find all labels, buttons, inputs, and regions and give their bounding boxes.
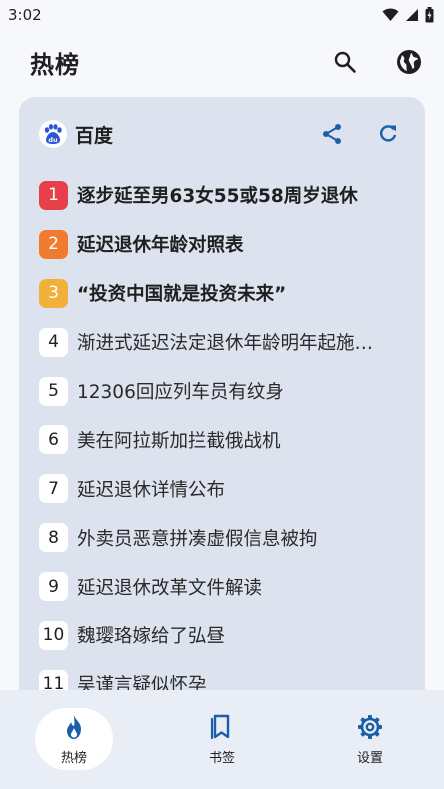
- item-title: 美在阿拉斯加拦截俄战机: [77, 430, 281, 452]
- item-title: 魏璎珞嫁给了弘昼: [77, 626, 226, 648]
- signal-icon: [406, 9, 418, 21]
- rank-list: 1 逐步延至男63女55或58周岁退休 2 延迟退休年龄对照表 3 “投资中国就…: [19, 171, 425, 709]
- item-title: 延迟退休改革文件解读: [77, 577, 263, 599]
- nav-label: 书签: [208, 750, 235, 766]
- source-name: 百度: [75, 124, 114, 147]
- status-time: 3:02: [8, 6, 42, 24]
- svg-text:du: du: [48, 136, 58, 144]
- item-title: 延迟退休年龄对照表: [77, 235, 244, 257]
- status-bar: 3:02: [0, 0, 444, 30]
- nav-pill: 设置: [331, 708, 409, 770]
- search-icon: [334, 51, 356, 73]
- wifi-icon: [382, 8, 399, 21]
- card-actions: [315, 117, 405, 151]
- gear-icon: [358, 714, 382, 739]
- rank-badge: 8: [39, 523, 68, 553]
- item-title: 延迟退休详情公布: [77, 479, 226, 501]
- share-button[interactable]: [315, 117, 349, 151]
- list-item[interactable]: 3 “投资中国就是投资未来”: [19, 269, 425, 318]
- item-title: 逐步延至男63女55或58周岁退休: [77, 186, 358, 208]
- rank-badge: 10: [39, 620, 68, 650]
- globe-icon: [397, 50, 421, 74]
- search-button[interactable]: [328, 45, 362, 79]
- item-title: 12306回应列车员有纹身: [77, 382, 284, 403]
- refresh-icon: [380, 125, 397, 142]
- page-title: 热榜: [30, 50, 80, 79]
- nav-label: 热榜: [60, 750, 87, 766]
- baidu-logo-icon: du: [39, 120, 67, 148]
- share-icon: [323, 124, 341, 144]
- language-button[interactable]: [392, 45, 426, 79]
- nav-pill: 书签: [183, 708, 261, 770]
- list-item[interactable]: 7 延迟退休详情公布: [19, 464, 425, 513]
- list-item[interactable]: 5 12306回应列车员有纹身: [19, 367, 425, 416]
- app-actions: [328, 45, 426, 79]
- rank-badge: 9: [39, 572, 68, 602]
- rank-badge: 1: [39, 180, 68, 210]
- nav-item-bookmarks[interactable]: 书签: [148, 690, 296, 789]
- nav-active-indicator: 热榜: [35, 708, 113, 770]
- list-item[interactable]: 4 渐进式延迟法定退休年龄明年起施…: [19, 318, 425, 367]
- list-item[interactable]: 2 延迟退休年龄对照表: [19, 220, 425, 269]
- rank-badge: 5: [39, 376, 68, 406]
- flame-icon: [67, 714, 81, 739]
- list-item[interactable]: 10 魏璎珞嫁给了弘昼: [19, 611, 425, 660]
- nav-item-hot[interactable]: 热榜: [0, 690, 148, 789]
- bookmark-icon: [210, 714, 230, 739]
- rank-badge: 4: [39, 327, 68, 357]
- rank-badge: 7: [39, 474, 68, 504]
- nav-label: 设置: [356, 750, 383, 766]
- app-bar: 热榜: [0, 30, 444, 94]
- bottom-nav: 热榜 书签 设置: [0, 690, 444, 789]
- rank-badge: 3: [39, 278, 68, 308]
- list-item[interactable]: 9 延迟退休改革文件解读: [19, 562, 425, 611]
- item-title: 渐进式延迟法定退休年龄明年起施…: [77, 333, 374, 355]
- list-item[interactable]: 1 逐步延至男63女55或58周岁退休: [19, 171, 425, 220]
- card-header: du 百度: [19, 97, 425, 171]
- list-item[interactable]: 6 美在阿拉斯加拦截俄战机: [19, 415, 425, 464]
- rank-badge: 6: [39, 425, 68, 455]
- hot-list-card: du 百度 1 逐步延至男63女55或58周岁退休 2 延迟退休年龄对照表 3 …: [19, 97, 425, 717]
- item-title: 外卖员恶意拼凑虚假信息被拘: [77, 528, 318, 550]
- item-title: “投资中国就是投资未来”: [77, 284, 287, 306]
- refresh-button[interactable]: [371, 117, 405, 151]
- battery-icon: [425, 7, 434, 23]
- list-item[interactable]: 8 外卖员恶意拼凑虚假信息被拘: [19, 513, 425, 562]
- status-icons: [382, 7, 434, 23]
- rank-badge: 2: [39, 229, 68, 259]
- nav-item-settings[interactable]: 设置: [296, 690, 444, 789]
